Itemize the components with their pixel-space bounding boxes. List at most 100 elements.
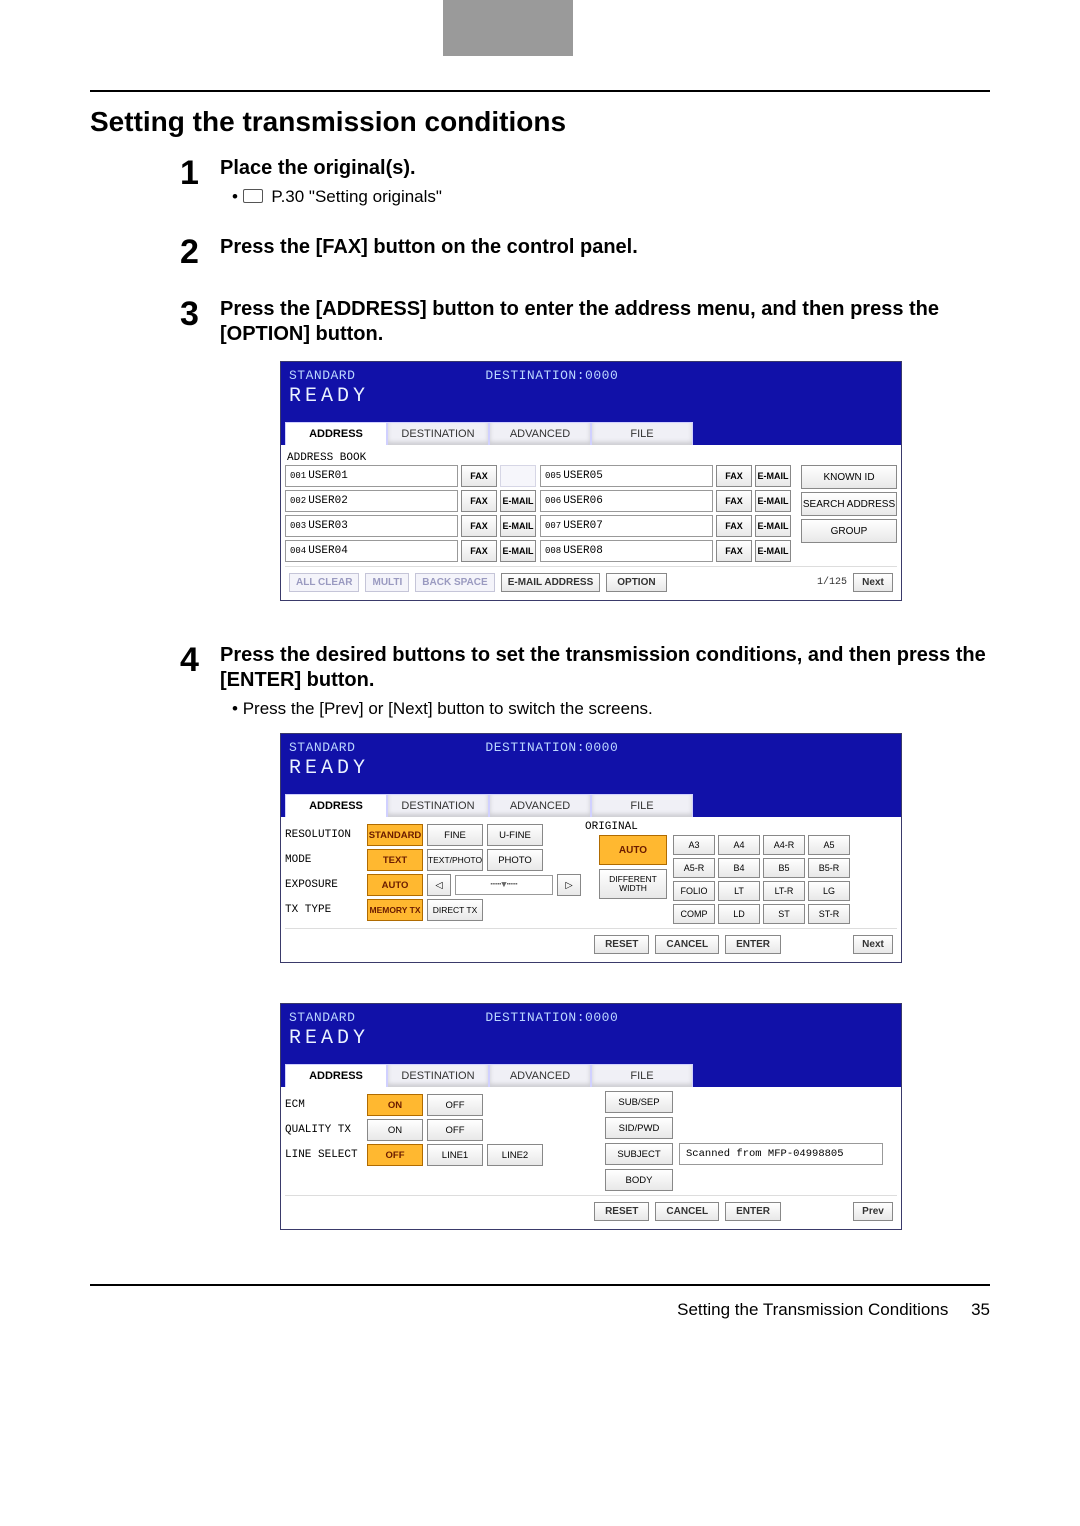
exposure-auto-button[interactable]: AUTO xyxy=(367,874,423,896)
tab-address[interactable]: ADDRESS xyxy=(285,1064,387,1087)
tab-file[interactable]: FILE xyxy=(591,794,693,817)
original-size-button[interactable]: LG xyxy=(808,881,850,901)
email-button[interactable]: E-MAIL xyxy=(500,540,536,562)
known-id-button[interactable]: KNOWN ID xyxy=(801,465,897,489)
original-size-button[interactable]: A5-R xyxy=(673,858,715,878)
original-size-button[interactable]: B5 xyxy=(763,858,805,878)
backspace-button[interactable]: BACK SPACE xyxy=(415,573,494,592)
tab-file[interactable]: FILE xyxy=(591,422,693,445)
address-row: 007USER07FAXE-MAIL xyxy=(540,515,791,537)
fax-button[interactable]: FAX xyxy=(716,540,752,562)
enter-button[interactable]: ENTER xyxy=(725,1202,781,1221)
original-size-button[interactable]: LT xyxy=(718,881,760,901)
address-entry[interactable]: 002USER02 xyxy=(285,490,458,512)
fax-button[interactable]: FAX xyxy=(461,465,497,487)
email-button[interactable]: E-MAIL xyxy=(755,490,791,512)
resolution-fine-button[interactable]: FINE xyxy=(427,824,483,846)
original-size-button[interactable]: ST xyxy=(763,904,805,924)
original-auto-button[interactable]: AUTO xyxy=(599,835,667,865)
mode-label: STANDARD xyxy=(289,1010,355,1025)
original-size-button[interactable]: B4 xyxy=(718,858,760,878)
next-page-button[interactable]: Next xyxy=(853,935,893,954)
email-button[interactable]: E-MAIL xyxy=(755,465,791,487)
search-address-button[interactable]: SEARCH ADDRESS xyxy=(801,492,897,516)
tx-direct-button[interactable]: DIRECT TX xyxy=(427,899,483,921)
mode-text-photo-button[interactable]: TEXT/PHOTO xyxy=(427,849,483,871)
email-button[interactable]: E-MAIL xyxy=(500,515,536,537)
original-size-button[interactable]: COMP xyxy=(673,904,715,924)
enter-button[interactable]: ENTER xyxy=(725,935,781,954)
all-clear-button[interactable]: ALL CLEAR xyxy=(289,573,359,592)
resolution-ufine-button[interactable]: U-FINE xyxy=(487,824,543,846)
address-entry[interactable]: 007USER07 xyxy=(540,515,713,537)
tx-type-label: TX TYPE xyxy=(285,904,363,916)
tab-file[interactable]: FILE xyxy=(591,1064,693,1087)
tab-destination[interactable]: DESTINATION xyxy=(387,1064,489,1087)
fax-button[interactable]: FAX xyxy=(461,540,497,562)
tab-address[interactable]: ADDRESS xyxy=(285,794,387,817)
email-address-button[interactable]: E-MAIL ADDRESS xyxy=(501,573,601,592)
subsep-button[interactable]: SUB/SEP xyxy=(605,1091,673,1113)
exposure-darker-button[interactable]: ▷ xyxy=(557,874,581,896)
group-button[interactable]: GROUP xyxy=(801,519,897,543)
email-button[interactable] xyxy=(500,465,536,487)
body-button[interactable]: BODY xyxy=(605,1169,673,1191)
option-button[interactable]: OPTION xyxy=(606,573,666,592)
fax-button[interactable]: FAX xyxy=(716,465,752,487)
ecm-off-button[interactable]: OFF xyxy=(427,1094,483,1116)
original-size-button[interactable]: A4-R xyxy=(763,835,805,855)
cancel-button[interactable]: CANCEL xyxy=(655,935,719,954)
address-entry[interactable]: 008USER08 xyxy=(540,540,713,562)
email-button[interactable]: E-MAIL xyxy=(755,515,791,537)
address-row: 005USER05FAXE-MAIL xyxy=(540,465,791,487)
original-size-button[interactable]: FOLIO xyxy=(673,881,715,901)
reset-button[interactable]: RESET xyxy=(594,935,649,954)
mode-text-button[interactable]: TEXT xyxy=(367,849,423,871)
original-size-button[interactable]: LT-R xyxy=(763,881,805,901)
original-size-button[interactable]: LD xyxy=(718,904,760,924)
next-page-button[interactable]: Next xyxy=(853,573,893,592)
quality-off-button[interactable]: OFF xyxy=(427,1119,483,1141)
reset-button[interactable]: RESET xyxy=(594,1202,649,1221)
multi-button[interactable]: MULTI xyxy=(365,573,409,592)
original-size-button[interactable]: B5-R xyxy=(808,858,850,878)
fax-button[interactable]: FAX xyxy=(461,515,497,537)
line-select-label: LINE SELECT xyxy=(285,1149,363,1161)
sidpwd-button[interactable]: SID/PWD xyxy=(605,1117,673,1139)
original-size-button[interactable]: A3 xyxy=(673,835,715,855)
tab-advanced[interactable]: ADVANCED xyxy=(489,794,591,817)
line-line2-button[interactable]: LINE2 xyxy=(487,1144,543,1166)
email-button[interactable]: E-MAIL xyxy=(755,540,791,562)
ecm-on-button[interactable]: ON xyxy=(367,1094,423,1116)
fax-button[interactable]: FAX xyxy=(461,490,497,512)
fax-button[interactable]: FAX xyxy=(716,490,752,512)
subject-button[interactable]: SUBJECT xyxy=(605,1143,673,1165)
tab-address[interactable]: ADDRESS xyxy=(285,422,387,445)
address-entry[interactable]: 006USER06 xyxy=(540,490,713,512)
address-entry[interactable]: 003USER03 xyxy=(285,515,458,537)
tab-destination[interactable]: DESTINATION xyxy=(387,794,489,817)
address-entry[interactable]: 001USER01 xyxy=(285,465,458,487)
line-line1-button[interactable]: LINE1 xyxy=(427,1144,483,1166)
prev-page-button[interactable]: Prev xyxy=(853,1202,893,1221)
address-entry[interactable]: 004USER04 xyxy=(285,540,458,562)
step-1-bullet: P.30 "Setting originals" xyxy=(220,187,990,207)
mode-photo-button[interactable]: PHOTO xyxy=(487,849,543,871)
tx-memory-button[interactable]: MEMORY TX xyxy=(367,899,423,921)
original-different-width-button[interactable]: DIFFERENTWIDTH xyxy=(599,869,667,899)
fax-button[interactable]: FAX xyxy=(716,515,752,537)
original-size-button[interactable]: ST-R xyxy=(808,904,850,924)
cancel-button[interactable]: CANCEL xyxy=(655,1202,719,1221)
tx-options-screen-1: STANDARD DESTINATION:0000 READY ADDRESS … xyxy=(280,733,902,963)
tab-destination[interactable]: DESTINATION xyxy=(387,422,489,445)
original-size-button[interactable]: A5 xyxy=(808,835,850,855)
tab-advanced[interactable]: ADVANCED xyxy=(489,1064,591,1087)
exposure-lighter-button[interactable]: ◁ xyxy=(427,874,451,896)
tab-advanced[interactable]: ADVANCED xyxy=(489,422,591,445)
quality-on-button[interactable]: ON xyxy=(367,1119,423,1141)
resolution-standard-button[interactable]: STANDARD xyxy=(367,824,423,846)
line-off-button[interactable]: OFF xyxy=(367,1144,423,1166)
address-entry[interactable]: 005USER05 xyxy=(540,465,713,487)
email-button[interactable]: E-MAIL xyxy=(500,490,536,512)
original-size-button[interactable]: A4 xyxy=(718,835,760,855)
